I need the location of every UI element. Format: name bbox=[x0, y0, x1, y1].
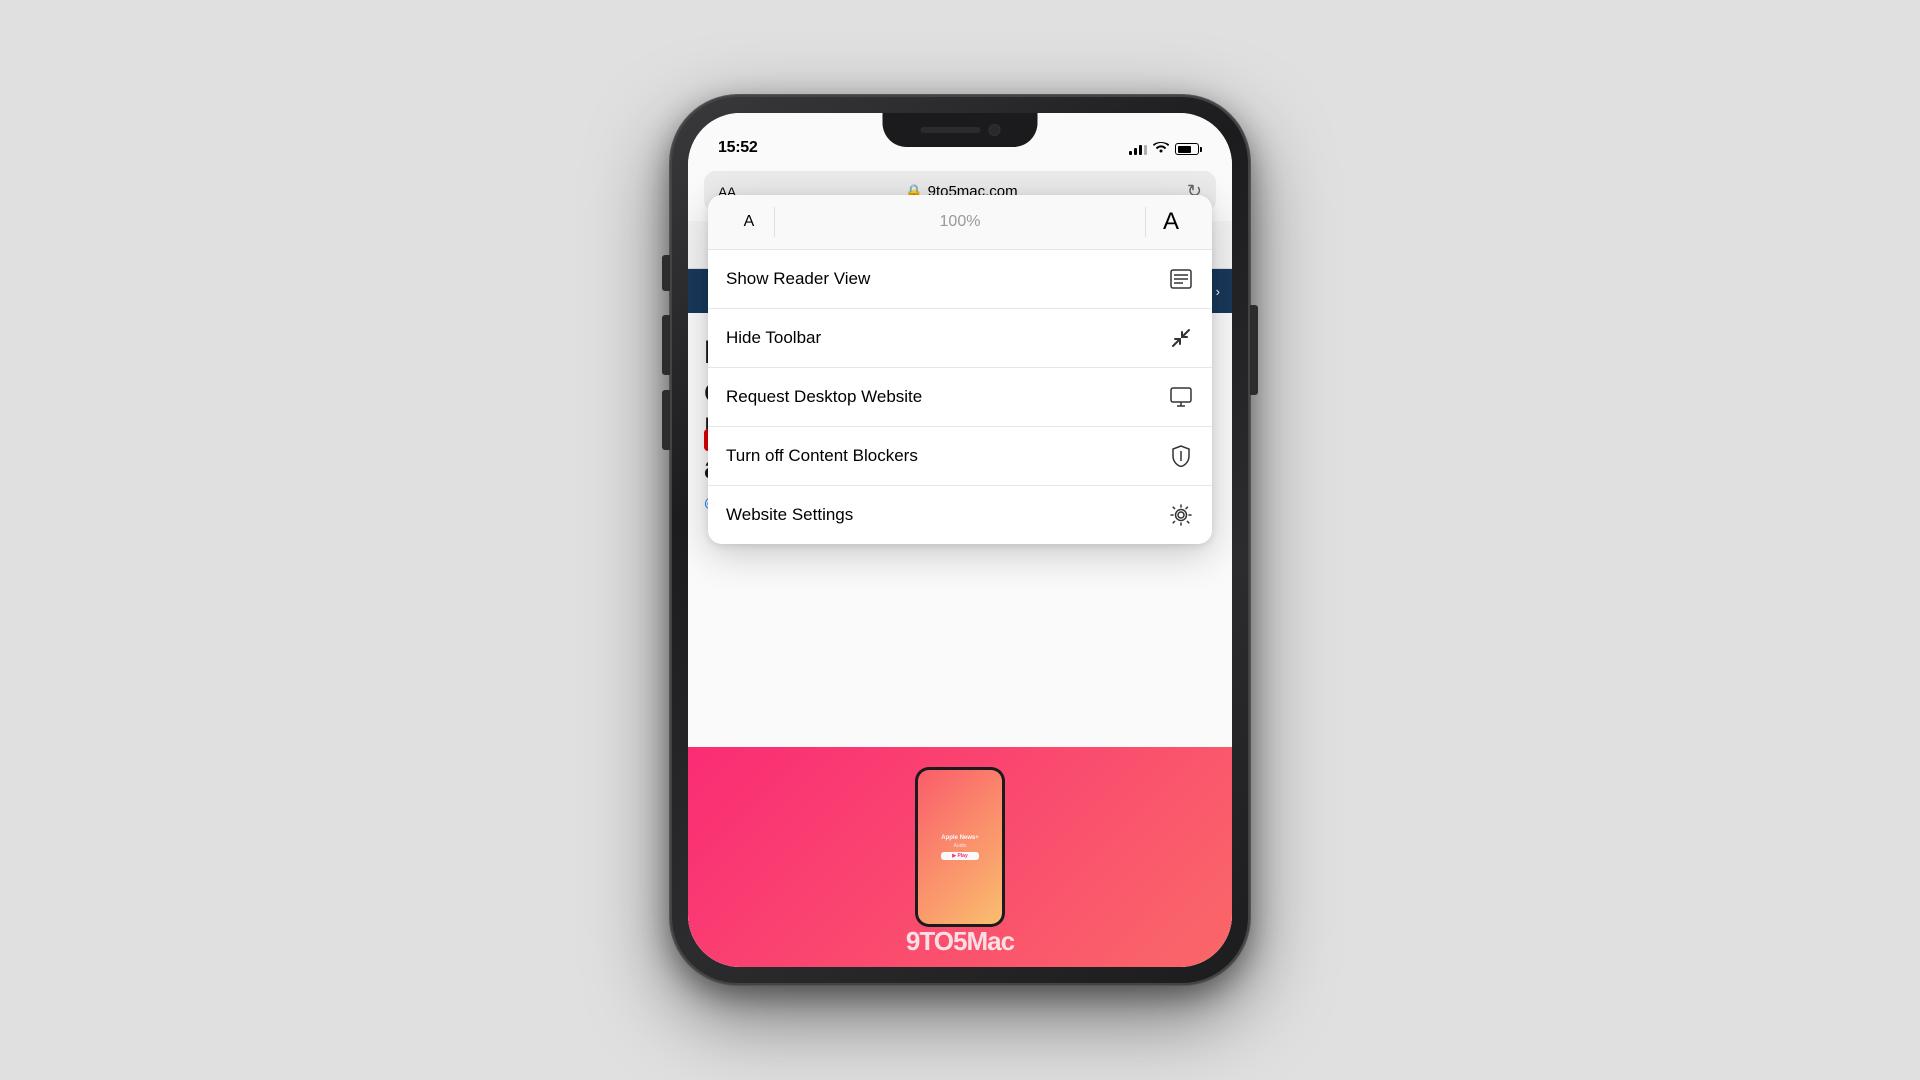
menu-item-desktop-site[interactable]: Request Desktop Website bbox=[708, 368, 1212, 427]
volume-down-button[interactable] bbox=[662, 390, 670, 450]
font-decrease-button[interactable]: A bbox=[724, 213, 774, 231]
desktop-icon bbox=[1168, 384, 1194, 410]
font-size-row: A 100% A bbox=[708, 195, 1212, 250]
volume-up-button[interactable] bbox=[662, 315, 670, 375]
font-percent-display: 100% bbox=[775, 213, 1145, 231]
reader-view-icon bbox=[1168, 266, 1194, 292]
popup-menu: A 100% A Show Reader View bbox=[708, 195, 1212, 544]
power-button[interactable] bbox=[1250, 305, 1258, 395]
font-increase-button[interactable]: A bbox=[1146, 208, 1196, 236]
hide-toolbar-label: Hide Toolbar bbox=[726, 328, 1156, 348]
content-blockers-label: Turn off Content Blockers bbox=[726, 446, 1156, 466]
reader-view-label: Show Reader View bbox=[726, 269, 1156, 289]
phone-device: 15:52 bbox=[670, 95, 1250, 985]
menu-item-reader-view[interactable]: Show Reader View bbox=[708, 250, 1212, 309]
mute-button[interactable] bbox=[662, 255, 670, 291]
page-background: 15:52 bbox=[0, 0, 1920, 1080]
menu-item-content-blockers[interactable]: Turn off Content Blockers bbox=[708, 427, 1212, 486]
hide-toolbar-icon bbox=[1168, 325, 1194, 351]
website-settings-label: Website Settings bbox=[726, 505, 1156, 525]
menu-item-website-settings[interactable]: Website Settings bbox=[708, 486, 1212, 544]
gear-icon bbox=[1168, 502, 1194, 528]
menu-item-hide-toolbar[interactable]: Hide Toolbar bbox=[708, 309, 1212, 368]
desktop-site-label: Request Desktop Website bbox=[726, 387, 1156, 407]
shield-icon bbox=[1168, 443, 1194, 469]
phone-screen: 15:52 bbox=[688, 113, 1232, 967]
